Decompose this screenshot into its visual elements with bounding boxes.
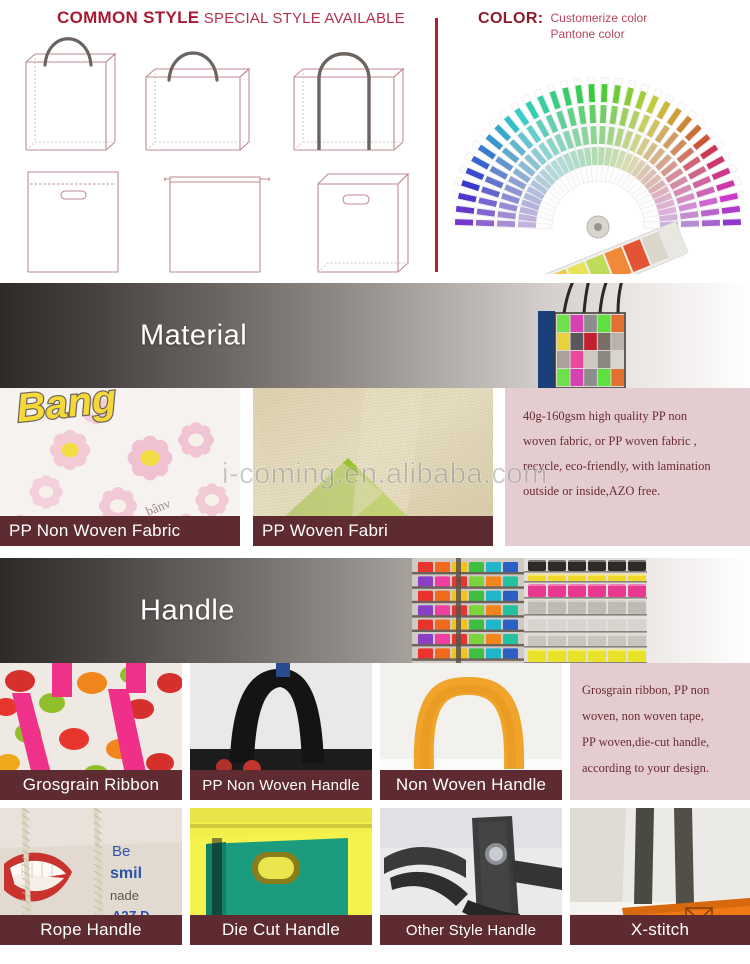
bag-handle-1 bbox=[43, 37, 93, 67]
material-banner: Material bbox=[0, 283, 750, 388]
material-tile-woven[interactable]: PP Woven Fabri bbox=[253, 388, 493, 546]
special-style-text: SPECIAL STYLE AVAILABLE bbox=[199, 10, 405, 27]
pantone-fan-deck-image bbox=[452, 52, 744, 274]
material-tile-caption-woven: PP Woven Fabri bbox=[253, 516, 493, 546]
color-label: COLOR: bbox=[478, 10, 544, 27]
handle-banner-title: Handle bbox=[140, 594, 235, 626]
handle-tile-pp-non-woven[interactable]: PP Non Woven Handle bbox=[190, 663, 372, 800]
handle-tile-caption-x-stitch: X-stitch bbox=[570, 915, 750, 945]
material-desc-line-2: woven fabric, or PP woven fabric , bbox=[523, 434, 697, 448]
bag-handle-3 bbox=[317, 52, 371, 150]
handle-desc-line-4: according to your design. bbox=[582, 761, 710, 775]
bag-handle-2 bbox=[167, 51, 219, 82]
bag-tote-strap bbox=[293, 67, 405, 151]
handle-tile-caption-non-woven: Non Woven Handle bbox=[380, 770, 562, 800]
handle-tile-x-stitch[interactable]: 2019/02/08 10:11 X-stitch bbox=[570, 808, 750, 945]
collage-bag-svg bbox=[538, 283, 626, 388]
material-description-panel: 40g-160gsm high quality PP non woven fab… bbox=[505, 388, 750, 546]
color-option-customerize: Customerize color bbox=[550, 11, 648, 25]
material-tiles-row: Bang bânv PP Non Woven Fabric PP Woven F… bbox=[0, 388, 750, 558]
material-banner-bag-art bbox=[522, 283, 662, 388]
common-style-bold-text: COMMON STYLE bbox=[57, 8, 200, 27]
material-desc-line-1: 40g-160gsm high quality PP non bbox=[523, 409, 688, 423]
bag-style-illustrations bbox=[18, 32, 428, 277]
product-detail-page: COMMON STYLE SPECIAL STYLE AVAILABLE COL… bbox=[0, 0, 750, 964]
handle-banner: Handle bbox=[0, 558, 750, 663]
handle-tile-rope[interactable]: Be smil nade A2Z D Rope Handle bbox=[0, 808, 182, 945]
bag-die-cut-box bbox=[317, 172, 410, 273]
handle-tiles-row-1: Grosgrain Ribbon PP Non Woven Handle Non… bbox=[0, 663, 750, 808]
material-tile-non-woven[interactable]: Bang bânv PP Non Woven Fabric bbox=[0, 388, 240, 546]
ribbon-spools-svg bbox=[412, 558, 647, 663]
handle-description-panel: Grosgrain ribbon, PP non woven, non wove… bbox=[570, 663, 750, 800]
handle-tile-caption-die-cut: Die Cut Handle bbox=[190, 915, 372, 945]
handle-tile-caption-grosgrain: Grosgrain Ribbon bbox=[0, 770, 182, 800]
handle-tile-non-woven[interactable]: Non Woven Handle bbox=[380, 663, 562, 800]
handle-tile-other-style[interactable]: Other Style Handle bbox=[380, 808, 562, 945]
vertical-divider bbox=[435, 18, 438, 272]
handle-banner-ribbon-art bbox=[412, 558, 647, 663]
bag-tote-wide bbox=[145, 67, 251, 151]
svg-text:Be: Be bbox=[112, 843, 130, 860]
material-tile-caption-non-woven: PP Non Woven Fabric bbox=[0, 516, 240, 546]
color-option-pantone: Pantone color bbox=[550, 27, 625, 41]
bag-die-cut-stitched bbox=[27, 171, 119, 273]
handle-tile-die-cut[interactable]: Die Cut Handle bbox=[190, 808, 372, 945]
material-desc-line-3: recycle, eco-friendly, with lamination bbox=[523, 459, 711, 473]
svg-text:nade: nade bbox=[110, 888, 139, 903]
style-and-color-section: COMMON STYLE SPECIAL STYLE AVAILABLE COL… bbox=[0, 0, 750, 283]
die-cut-hole bbox=[252, 852, 300, 884]
handle-desc-line-1: Grosgrain ribbon, PP non bbox=[582, 683, 710, 697]
handle-tile-caption-rope: Rope Handle bbox=[0, 915, 182, 945]
material-banner-title: Material bbox=[140, 319, 248, 351]
material-desc-line-4: outside or inside,AZO free. bbox=[523, 484, 661, 498]
handle-tiles-row-2: Be smil nade A2Z D Rope Handle bbox=[0, 808, 750, 952]
handle-tile-grosgrain[interactable]: Grosgrain Ribbon bbox=[0, 663, 182, 800]
bag-drawstring bbox=[164, 176, 270, 273]
color-options-list: Customerize color Pantone color bbox=[551, 10, 648, 42]
handle-desc-line-2: woven, non woven tape, bbox=[582, 709, 704, 723]
bag-styles-svg bbox=[25, 37, 410, 273]
handle-tile-caption-other-style: Other Style Handle bbox=[380, 915, 562, 945]
handle-desc-line-3: PP woven,die-cut handle, bbox=[582, 735, 710, 749]
color-header: COLOR: Customerize color Pantone color bbox=[478, 10, 647, 42]
common-style-header: COMMON STYLE SPECIAL STYLE AVAILABLE bbox=[57, 8, 405, 28]
bag-tote-tall bbox=[25, 52, 117, 151]
svg-text:smil: smil bbox=[110, 865, 142, 882]
handle-tile-caption-pp-non-woven: PP Non Woven Handle bbox=[190, 770, 372, 800]
fan-deck-svg bbox=[452, 76, 744, 274]
